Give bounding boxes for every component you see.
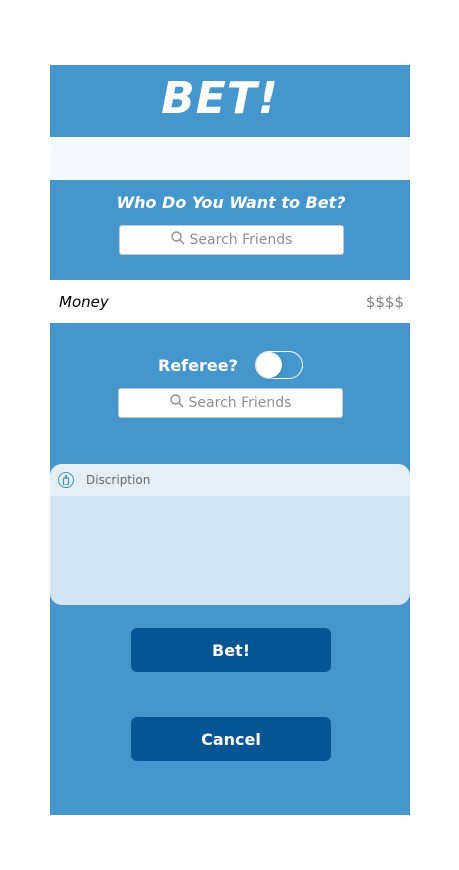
toggle-knob bbox=[256, 352, 282, 378]
money-value: $$$$ bbox=[365, 292, 404, 311]
opponent-prompt: Who Do You Want to Bet? bbox=[116, 193, 346, 212]
referee-toggle[interactable] bbox=[255, 351, 303, 379]
bottle-icon bbox=[58, 472, 74, 488]
search-placeholder: Search Friends bbox=[188, 395, 292, 411]
bet-screen: BET! Who Do You Want to Bet? Search Frie… bbox=[50, 65, 410, 815]
search-placeholder: Search Friends bbox=[189, 232, 293, 248]
blank-input-strip[interactable] bbox=[50, 137, 410, 180]
referee-label: Referee? bbox=[158, 356, 238, 375]
cancel-button[interactable]: Cancel bbox=[131, 717, 331, 761]
search-icon bbox=[169, 394, 189, 412]
page-title: BET! bbox=[161, 73, 279, 124]
opponent-search-input[interactable]: Search Friends bbox=[119, 225, 344, 255]
description-field[interactable]: Discription bbox=[50, 464, 410, 605]
money-label: Money bbox=[59, 292, 109, 311]
search-icon bbox=[170, 231, 190, 249]
referee-search-input[interactable]: Search Friends bbox=[118, 388, 343, 418]
money-field[interactable]: Money $$$$ bbox=[50, 280, 410, 323]
description-header: Discription bbox=[50, 464, 410, 496]
description-label: Discription bbox=[86, 473, 151, 487]
bet-button[interactable]: Bet! bbox=[131, 628, 331, 672]
